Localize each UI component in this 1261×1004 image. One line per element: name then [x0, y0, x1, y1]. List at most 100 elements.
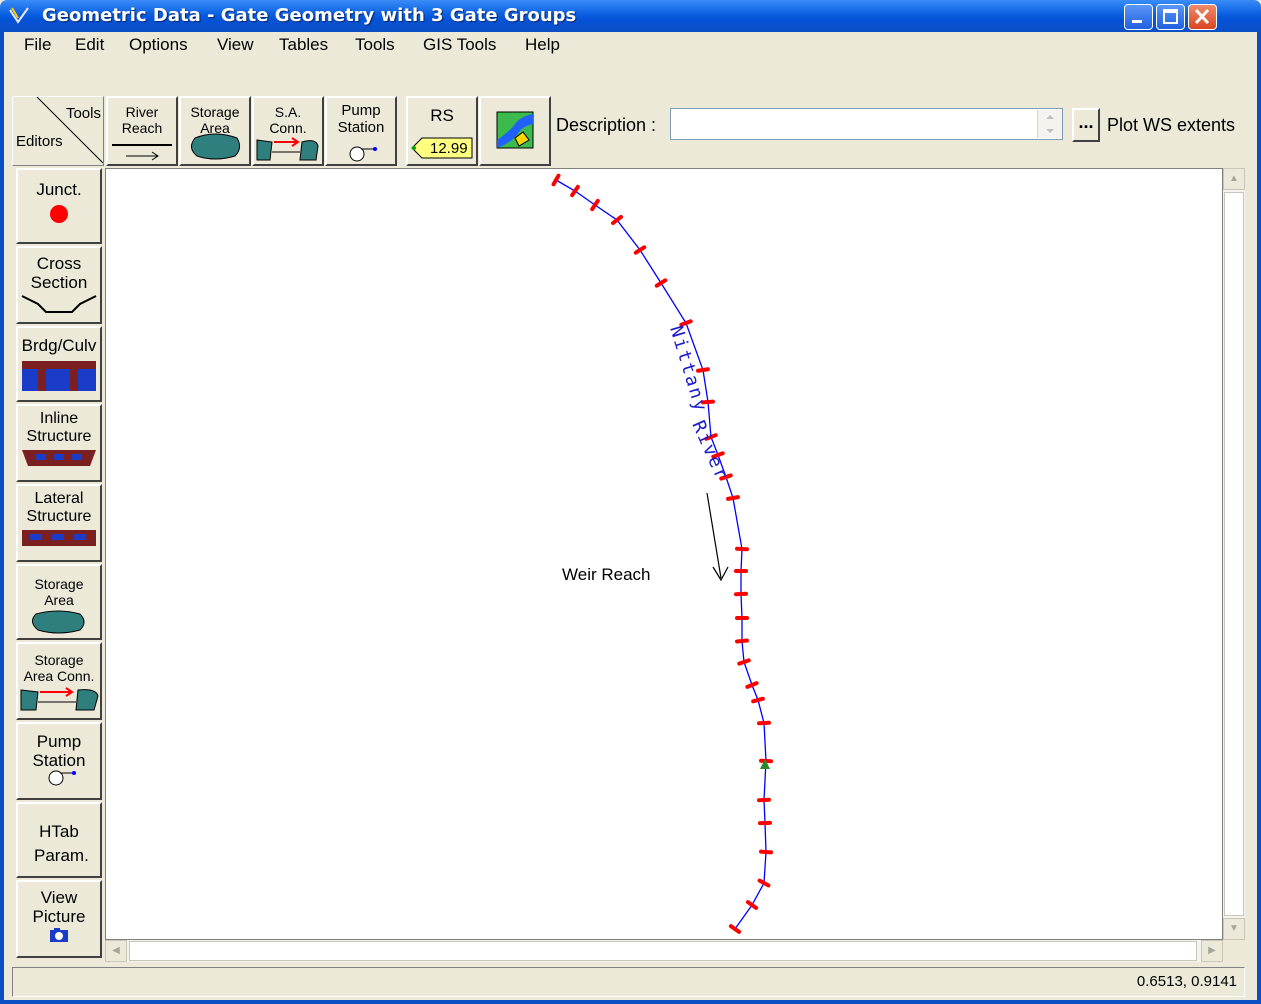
geometry-canvas[interactable]: Nittany River Weir Reach [105, 168, 1223, 940]
view-picture-label: View Picture [32, 888, 86, 926]
lateral-structure-icon [22, 530, 96, 546]
description-more-button[interactable]: ... [1072, 108, 1100, 142]
window-frame-right [1257, 32, 1261, 1004]
vertical-scrollbar[interactable]: ▲ ▼ [1223, 168, 1245, 940]
rs-value: 12.99 [430, 140, 468, 157]
inline-structure-button[interactable]: Inline Structure [16, 404, 102, 482]
menu-tables[interactable]: Tables [279, 35, 328, 55]
hecras-app-icon [9, 7, 29, 24]
htab-param-label: HTab Param. [34, 822, 89, 865]
cross-section-icon [21, 295, 97, 313]
bridge-culvert-label: Brdg/Culv [21, 336, 97, 355]
lateral-structure-button[interactable]: Lateral Structure [16, 484, 102, 562]
menu-bar [4, 32, 1257, 60]
vertical-scroll-track[interactable] [1224, 192, 1244, 916]
cross-section-marker[interactable] [745, 681, 759, 689]
flow-direction-arrow [706, 492, 722, 579]
menu-edit[interactable]: Edit [75, 35, 104, 55]
river-name-label-2: River [687, 417, 732, 484]
storage-area-button[interactable]: Storage Area [179, 96, 251, 166]
status-bar [12, 967, 1245, 997]
menu-help[interactable]: Help [525, 35, 560, 55]
cross-section-marker[interactable] [654, 278, 668, 288]
cross-section-marker[interactable] [745, 900, 759, 910]
junction-button[interactable]: Junct. [16, 168, 102, 244]
view-picture-button[interactable]: View Picture [16, 880, 102, 958]
storage-area-conn-side-icon [20, 687, 99, 711]
cross-section-marker[interactable] [590, 198, 600, 212]
pump-station-side-button[interactable]: Pump Station [16, 722, 102, 800]
description-spin[interactable] [1037, 110, 1062, 138]
bridge-culvert-button[interactable]: Brdg/Culv [16, 326, 102, 402]
tools-label: Tools [65, 105, 101, 122]
reach-name-label: Weir Reach [562, 565, 651, 584]
storage-area-icon [191, 133, 241, 160]
horizontal-scrollbar[interactable]: ◀ ▶ [105, 940, 1223, 962]
maximize-button[interactable] [1156, 4, 1185, 30]
cross-section-marker[interactable] [570, 184, 580, 198]
river-schematic: NittanyRiverWeir Reach [551, 173, 773, 934]
scroll-right-arrow[interactable]: ▶ [1201, 940, 1223, 962]
menu-gis-tools[interactable]: GIS Tools [423, 35, 496, 55]
river-reach-button[interactable]: River Reach [106, 96, 178, 166]
pump-side-icon [48, 770, 76, 786]
window-title: Geometric Data - Gate Geometry with 3 Ga… [42, 5, 577, 26]
title-bar: Geometric Data - Gate Geometry with 3 Ga… [0, 0, 1261, 32]
scroll-left-arrow[interactable]: ◀ [105, 940, 127, 962]
close-button[interactable] [1188, 4, 1217, 30]
description-label: Description : [556, 115, 657, 135]
menu-tools[interactable]: Tools [355, 35, 395, 55]
tools-editors-corner: Tools Editors [12, 96, 104, 166]
cross-section-label: Cross Section [30, 254, 88, 292]
cross-section-marker[interactable] [751, 696, 765, 704]
cross-section-marker[interactable] [551, 173, 561, 187]
cross-section-marker[interactable] [728, 924, 742, 934]
cross-section-marker[interactable] [757, 878, 771, 888]
spin-arrows-icon [1046, 115, 1054, 133]
sa-conn-icon [256, 137, 319, 161]
menu-view[interactable]: View [217, 35, 254, 55]
scroll-down-arrow[interactable]: ▼ [1223, 918, 1245, 940]
cross-section-button[interactable]: Cross Section [16, 246, 102, 324]
pump-station-label: Pump Station [337, 102, 385, 136]
cross-section-marker[interactable] [726, 495, 740, 501]
storage-area-conn-side-label: Storage Area Conn. [23, 652, 95, 684]
close-icon [1194, 8, 1210, 25]
storage-area-side-button[interactable]: Storage Area [16, 564, 102, 640]
horizontal-scroll-track[interactable] [129, 941, 1197, 961]
scroll-up-arrow[interactable]: ▲ [1223, 168, 1245, 190]
junction-label: Junct. [36, 180, 82, 199]
window-frame-bottom [0, 1000, 1261, 1004]
cross-section-marker[interactable] [633, 245, 647, 255]
editors-label: Editors [16, 133, 63, 150]
window-frame-left [0, 32, 4, 1004]
status-coordinates: 0.6513, 0.9141 [1136, 973, 1237, 990]
htab-param-button[interactable]: HTab Param. [16, 802, 102, 878]
inline-structure-label: Inline Structure [26, 410, 92, 445]
camera-icon [50, 928, 68, 942]
sa-conn-button[interactable]: S.A. Conn. [252, 96, 324, 166]
pump-icon [349, 146, 377, 162]
river-reach-label: River Reach [121, 104, 163, 136]
minimize-icon [1132, 20, 1142, 23]
storage-area-side-icon [32, 610, 85, 634]
menu-options[interactable]: Options [129, 35, 188, 55]
cross-section-marker[interactable] [737, 658, 751, 666]
cross-section-marker[interactable] [757, 720, 771, 726]
cross-section-marker[interactable] [759, 849, 773, 855]
maximize-icon [1163, 9, 1178, 24]
cross-section-marker[interactable] [735, 638, 749, 644]
menu-file[interactable]: File [24, 35, 51, 55]
storage-area-conn-side-button[interactable]: Storage Area Conn. [16, 642, 102, 720]
plot-ws-extents-label[interactable]: Plot WS extents [1107, 115, 1235, 136]
storage-area-side-label: Storage Area [34, 576, 84, 608]
bridge-icon [22, 361, 96, 391]
background-map-button[interactable] [479, 96, 551, 166]
pump-station-button[interactable]: Pump Station [325, 96, 397, 166]
river-reach-line[interactable] [555, 179, 767, 930]
rs-label: RS [430, 106, 454, 125]
description-input[interactable] [670, 108, 1063, 140]
river-station-button[interactable]: RS 12.99 [406, 96, 478, 166]
minimize-button[interactable] [1124, 4, 1153, 30]
map-icon [496, 111, 534, 149]
